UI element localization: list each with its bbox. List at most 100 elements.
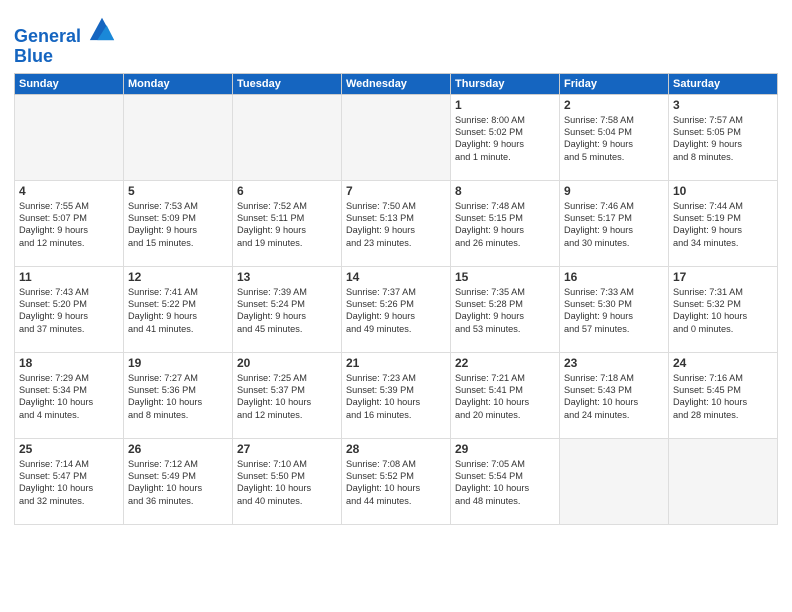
- day-info: Sunrise: 7:43 AM Sunset: 5:20 PM Dayligh…: [19, 286, 119, 336]
- calendar-cell: 25 Sunrise: 7:14 AM Sunset: 5:47 PM Dayli…: [15, 438, 124, 524]
- calendar-cell: 23 Sunrise: 7:18 AM Sunset: 5:43 PM Dayli…: [560, 352, 669, 438]
- day-info: Sunrise: 7:55 AM Sunset: 5:07 PM Dayligh…: [19, 200, 119, 250]
- day-number: 15: [455, 270, 555, 284]
- weekday-header-wednesday: Wednesday: [342, 73, 451, 94]
- calendar-cell: 4 Sunrise: 7:55 AM Sunset: 5:07 PM Daylig…: [15, 180, 124, 266]
- day-info: Sunrise: 7:29 AM Sunset: 5:34 PM Dayligh…: [19, 372, 119, 422]
- weekday-header-tuesday: Tuesday: [233, 73, 342, 94]
- day-number: 8: [455, 184, 555, 198]
- day-number: 3: [673, 98, 773, 112]
- day-info: Sunrise: 7:37 AM Sunset: 5:26 PM Dayligh…: [346, 286, 446, 336]
- day-number: 2: [564, 98, 664, 112]
- week-row-2: 4 Sunrise: 7:55 AM Sunset: 5:07 PM Daylig…: [15, 180, 778, 266]
- day-number: 13: [237, 270, 337, 284]
- day-number: 27: [237, 442, 337, 456]
- day-info: Sunrise: 7:21 AM Sunset: 5:41 PM Dayligh…: [455, 372, 555, 422]
- logo-blue: Blue: [14, 47, 116, 67]
- day-info: Sunrise: 7:52 AM Sunset: 5:11 PM Dayligh…: [237, 200, 337, 250]
- day-info: Sunrise: 7:33 AM Sunset: 5:30 PM Dayligh…: [564, 286, 664, 336]
- day-number: 21: [346, 356, 446, 370]
- calendar-cell: 3Sunrise: 7:57 AM Sunset: 5:05 PM Daylig…: [669, 94, 778, 180]
- day-info: Sunrise: 7:53 AM Sunset: 5:09 PM Dayligh…: [128, 200, 228, 250]
- logo: General Blue: [14, 14, 116, 67]
- day-number: 22: [455, 356, 555, 370]
- day-number: 10: [673, 184, 773, 198]
- day-info: Sunrise: 7:10 AM Sunset: 5:50 PM Dayligh…: [237, 458, 337, 508]
- weekday-header-thursday: Thursday: [451, 73, 560, 94]
- day-info: Sunrise: 7:50 AM Sunset: 5:13 PM Dayligh…: [346, 200, 446, 250]
- day-number: 23: [564, 356, 664, 370]
- logo-icon: [88, 14, 116, 42]
- weekday-header-monday: Monday: [124, 73, 233, 94]
- day-number: 4: [19, 184, 119, 198]
- calendar-cell: 18 Sunrise: 7:29 AM Sunset: 5:34 PM Dayli…: [15, 352, 124, 438]
- day-number: 19: [128, 356, 228, 370]
- calendar-cell: 20 Sunrise: 7:25 AM Sunset: 5:37 PM Dayli…: [233, 352, 342, 438]
- day-info: Sunrise: 7:48 AM Sunset: 5:15 PM Dayligh…: [455, 200, 555, 250]
- calendar-cell: 15Sunrise: 7:35 AM Sunset: 5:28 PM Dayli…: [451, 266, 560, 352]
- day-info: Sunrise: 7:25 AM Sunset: 5:37 PM Dayligh…: [237, 372, 337, 422]
- day-number: 25: [19, 442, 119, 456]
- day-number: 20: [237, 356, 337, 370]
- day-info: Sunrise: 7:44 AM Sunset: 5:19 PM Dayligh…: [673, 200, 773, 250]
- calendar-cell: [342, 94, 451, 180]
- header: General Blue: [14, 10, 778, 67]
- calendar-cell: 5Sunrise: 7:53 AM Sunset: 5:09 PM Daylig…: [124, 180, 233, 266]
- day-info: Sunrise: 7:16 AM Sunset: 5:45 PM Dayligh…: [673, 372, 773, 422]
- calendar-cell: 16 Sunrise: 7:33 AM Sunset: 5:30 PM Dayli…: [560, 266, 669, 352]
- week-row-3: 11 Sunrise: 7:43 AM Sunset: 5:20 PM Dayli…: [15, 266, 778, 352]
- calendar-cell: 8 Sunrise: 7:48 AM Sunset: 5:15 PM Daylig…: [451, 180, 560, 266]
- day-info: Sunrise: 7:05 AM Sunset: 5:54 PM Dayligh…: [455, 458, 555, 508]
- day-info: Sunrise: 7:18 AM Sunset: 5:43 PM Dayligh…: [564, 372, 664, 422]
- calendar-cell: 27 Sunrise: 7:10 AM Sunset: 5:50 PM Dayli…: [233, 438, 342, 524]
- day-info: Sunrise: 7:27 AM Sunset: 5:36 PM Dayligh…: [128, 372, 228, 422]
- day-info: Sunrise: 7:12 AM Sunset: 5:49 PM Dayligh…: [128, 458, 228, 508]
- week-row-4: 18 Sunrise: 7:29 AM Sunset: 5:34 PM Dayli…: [15, 352, 778, 438]
- week-row-1: 1 Sunrise: 8:00 AM Sunset: 5:02 PM Daylig…: [15, 94, 778, 180]
- day-number: 18: [19, 356, 119, 370]
- day-number: 9: [564, 184, 664, 198]
- day-number: 14: [346, 270, 446, 284]
- calendar-cell: 11 Sunrise: 7:43 AM Sunset: 5:20 PM Dayli…: [15, 266, 124, 352]
- day-number: 17: [673, 270, 773, 284]
- calendar-cell: 21 Sunrise: 7:23 AM Sunset: 5:39 PM Dayli…: [342, 352, 451, 438]
- calendar-cell: 12 Sunrise: 7:41 AM Sunset: 5:22 PM Dayli…: [124, 266, 233, 352]
- day-number: 26: [128, 442, 228, 456]
- calendar-cell: 24 Sunrise: 7:16 AM Sunset: 5:45 PM Dayli…: [669, 352, 778, 438]
- calendar-cell: 10 Sunrise: 7:44 AM Sunset: 5:19 PM Dayli…: [669, 180, 778, 266]
- day-number: 16: [564, 270, 664, 284]
- calendar-cell: 29 Sunrise: 7:05 AM Sunset: 5:54 PM Dayli…: [451, 438, 560, 524]
- day-info: Sunrise: 8:00 AM Sunset: 5:02 PM Dayligh…: [455, 114, 555, 164]
- calendar-cell: [669, 438, 778, 524]
- calendar-cell: 19 Sunrise: 7:27 AM Sunset: 5:36 PM Dayli…: [124, 352, 233, 438]
- day-info: Sunrise: 7:41 AM Sunset: 5:22 PM Dayligh…: [128, 286, 228, 336]
- calendar-cell: 17 Sunrise: 7:31 AM Sunset: 5:32 PM Dayli…: [669, 266, 778, 352]
- week-row-5: 25 Sunrise: 7:14 AM Sunset: 5:47 PM Dayli…: [15, 438, 778, 524]
- weekday-header-saturday: Saturday: [669, 73, 778, 94]
- weekday-header-friday: Friday: [560, 73, 669, 94]
- page: General Blue SundayMondayTuesdayWednesda…: [0, 0, 792, 612]
- day-number: 24: [673, 356, 773, 370]
- calendar-cell: [233, 94, 342, 180]
- calendar-cell: 22 Sunrise: 7:21 AM Sunset: 5:41 PM Dayli…: [451, 352, 560, 438]
- day-info: Sunrise: 7:31 AM Sunset: 5:32 PM Dayligh…: [673, 286, 773, 336]
- calendar-cell: [15, 94, 124, 180]
- calendar-cell: 14 Sunrise: 7:37 AM Sunset: 5:26 PM Dayli…: [342, 266, 451, 352]
- day-number: 29: [455, 442, 555, 456]
- day-info: Sunrise: 7:39 AM Sunset: 5:24 PM Dayligh…: [237, 286, 337, 336]
- calendar-cell: 9Sunrise: 7:46 AM Sunset: 5:17 PM Daylig…: [560, 180, 669, 266]
- logo-general: General: [14, 26, 81, 46]
- day-number: 1: [455, 98, 555, 112]
- calendar-cell: 6 Sunrise: 7:52 AM Sunset: 5:11 PM Daylig…: [233, 180, 342, 266]
- calendar-cell: 26 Sunrise: 7:12 AM Sunset: 5:49 PM Dayli…: [124, 438, 233, 524]
- day-number: 11: [19, 270, 119, 284]
- calendar-cell: 1 Sunrise: 8:00 AM Sunset: 5:02 PM Daylig…: [451, 94, 560, 180]
- day-info: Sunrise: 7:58 AM Sunset: 5:04 PM Dayligh…: [564, 114, 664, 164]
- day-number: 12: [128, 270, 228, 284]
- calendar-cell: [124, 94, 233, 180]
- day-info: Sunrise: 7:14 AM Sunset: 5:47 PM Dayligh…: [19, 458, 119, 508]
- calendar-cell: 13 Sunrise: 7:39 AM Sunset: 5:24 PM Dayli…: [233, 266, 342, 352]
- weekday-header-sunday: Sunday: [15, 73, 124, 94]
- day-number: 6: [237, 184, 337, 198]
- day-info: Sunrise: 7:23 AM Sunset: 5:39 PM Dayligh…: [346, 372, 446, 422]
